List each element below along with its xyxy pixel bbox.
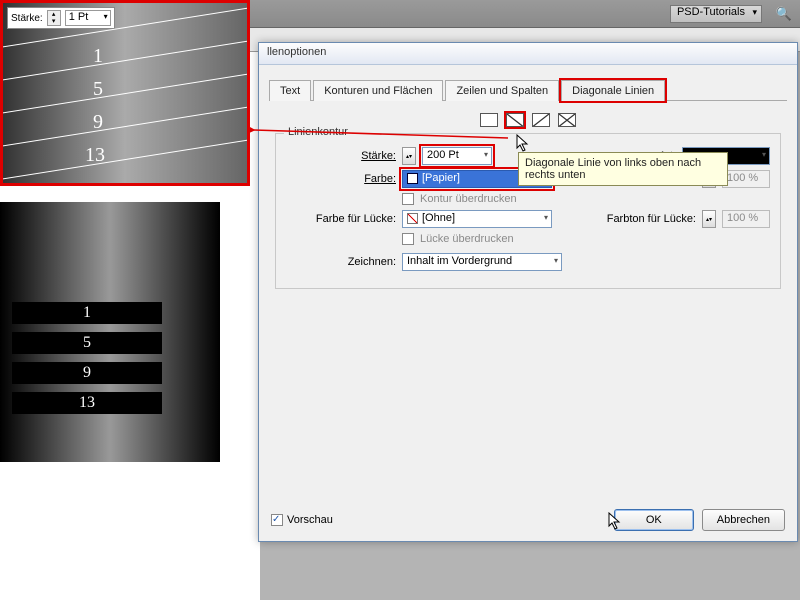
diagonal-cross-icon[interactable] (558, 113, 576, 127)
fieldset-legend: Linienkontur (284, 126, 352, 138)
table-row: 1 (12, 302, 162, 324)
stroke-weight-box: Stärke: ▴▾ 1 Pt (7, 7, 115, 29)
stroke-weight-combo[interactable]: 1 Pt (65, 10, 111, 26)
preview-number: 1 (93, 45, 103, 68)
diagonal-none-icon[interactable] (480, 113, 498, 127)
overprint-stroke-checkbox[interactable] (402, 193, 414, 205)
draw-combo[interactable]: Inhalt im Vordergrund (402, 253, 562, 271)
stroke-weight-label: Stärke: (11, 13, 43, 24)
diagonal-type-group (275, 113, 781, 127)
dialog-tabs: Text Konturen und Flächen Zeilen und Spa… (269, 79, 787, 101)
preview-checkbox[interactable] (271, 514, 283, 526)
preview-number: 13 (85, 144, 105, 167)
stroke-weight-stepper[interactable]: ▴▾ (47, 10, 61, 26)
table-row: 9 (12, 362, 162, 384)
preview-number: 5 (93, 78, 103, 101)
tab-text[interactable]: Text (269, 80, 311, 101)
tooltip: Diagonale Linie von links oben nach rech… (518, 152, 728, 186)
weight-label: Stärke: (286, 150, 396, 162)
cell-options-dialog: llenoptionen Text Konturen und Flächen Z… (258, 42, 798, 542)
draw-label: Zeichnen: (286, 256, 396, 268)
gap-tint-value: 100 % (722, 210, 770, 228)
preview-inset: Stärke: ▴▾ 1 Pt 1 5 9 13 (0, 0, 250, 186)
ok-button[interactable]: OK (614, 509, 694, 531)
diagonal-bl-tr-icon[interactable] (532, 113, 550, 127)
tab-strokes-fills[interactable]: Konturen und Flächen (313, 80, 443, 101)
preview-label: Vorschau (287, 514, 333, 526)
gap-color-label: Farbe für Lücke: (286, 213, 396, 225)
weight-stepper[interactable]: ▴▾ (402, 147, 416, 165)
color-label: Farbe: (286, 173, 396, 185)
overprint-stroke-label: Kontur überdrucken (420, 193, 517, 205)
overprint-gap-label: Lücke überdrucken (420, 233, 514, 245)
diagonal-tl-br-icon[interactable] (506, 113, 524, 127)
dialog-title: llenoptionen (259, 43, 797, 65)
weight-combo[interactable]: 200 Pt (422, 147, 492, 165)
preview-number: 9 (93, 111, 103, 134)
table-row: 5 (12, 332, 162, 354)
cancel-button[interactable]: Abbrechen (702, 509, 785, 531)
table-row: 13 (12, 392, 162, 414)
gap-tint-stepper[interactable]: ▴▾ (702, 210, 716, 228)
gap-color-combo[interactable]: [Ohne] (402, 210, 552, 228)
gap-tint-label: Farbton für Lücke: (596, 213, 696, 225)
overprint-gap-checkbox[interactable] (402, 233, 414, 245)
tint-value: 100 % (722, 170, 770, 188)
workspace-dropdown[interactable]: PSD-Tutorials (670, 5, 762, 23)
tab-rows-columns[interactable]: Zeilen und Spalten (445, 80, 559, 101)
tab-diagonal-lines[interactable]: Diagonale Linien (561, 80, 665, 101)
search-icon[interactable]: 🔍 (774, 4, 794, 24)
